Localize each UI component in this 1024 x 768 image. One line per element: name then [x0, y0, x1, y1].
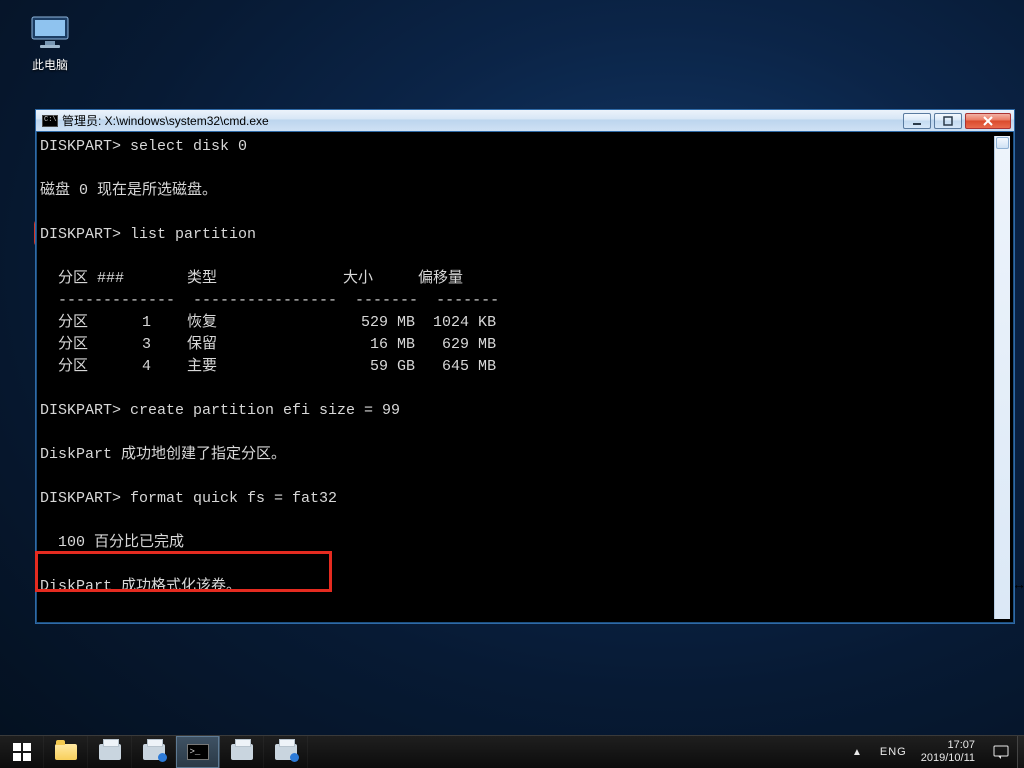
taskbar-file-explorer[interactable]: [44, 736, 88, 768]
printer-icon: [99, 744, 121, 760]
printer-icon: [231, 744, 253, 760]
scrollbar[interactable]: [994, 136, 1010, 619]
taskbar-cmd[interactable]: [176, 736, 220, 768]
scroll-thumb[interactable]: [996, 137, 1009, 149]
taskbar-printer-2[interactable]: [132, 736, 176, 768]
cmd-icon: [187, 744, 209, 760]
tray-overflow-button[interactable]: ▲: [842, 747, 872, 758]
titlebar[interactable]: 管理员: X:\windows\system32\cmd.exe: [36, 110, 1014, 132]
minimize-button[interactable]: [903, 113, 931, 129]
clock-date: 2019/10/11: [921, 752, 975, 765]
action-center-button[interactable]: [985, 744, 1017, 760]
taskbar[interactable]: ▲ ENG 17:07 2019/10/11: [0, 735, 1024, 768]
desktop-icon-label: 此电脑: [18, 58, 82, 72]
show-desktop-button[interactable]: [1017, 736, 1024, 768]
folder-icon: [55, 744, 77, 760]
monitor-icon: [29, 12, 71, 54]
clock[interactable]: 17:07 2019/10/11: [915, 739, 985, 765]
taskbar-printer-4[interactable]: [264, 736, 308, 768]
terminal-output[interactable]: DISKPART> select disk 0 磁盘 0 现在是所选磁盘。 DI…: [40, 136, 994, 619]
start-button[interactable]: [0, 736, 44, 768]
clock-time: 17:07: [921, 739, 975, 752]
close-button[interactable]: [965, 113, 1011, 129]
notification-icon: [993, 744, 1009, 760]
desktop-icon-this-pc[interactable]: 此电脑: [18, 12, 82, 72]
resize-cursor-icon: ↔: [1012, 576, 1024, 592]
ime-indicator[interactable]: ENG: [872, 746, 915, 758]
windows-logo-icon: [13, 743, 31, 761]
taskbar-printer-1[interactable]: [88, 736, 132, 768]
window-title: 管理员: X:\windows\system32\cmd.exe: [62, 112, 269, 129]
cmd-title-icon: [42, 115, 58, 127]
maximize-button[interactable]: [934, 113, 962, 129]
system-tray: ▲ ENG 17:07 2019/10/11: [842, 736, 1024, 768]
printer-network-icon: [143, 744, 165, 760]
annotation-highlight: [35, 551, 332, 592]
taskbar-printer-3[interactable]: [220, 736, 264, 768]
printer-network-icon: [275, 744, 297, 760]
cmd-window[interactable]: 管理员: X:\windows\system32\cmd.exe DISKPAR…: [35, 109, 1015, 624]
